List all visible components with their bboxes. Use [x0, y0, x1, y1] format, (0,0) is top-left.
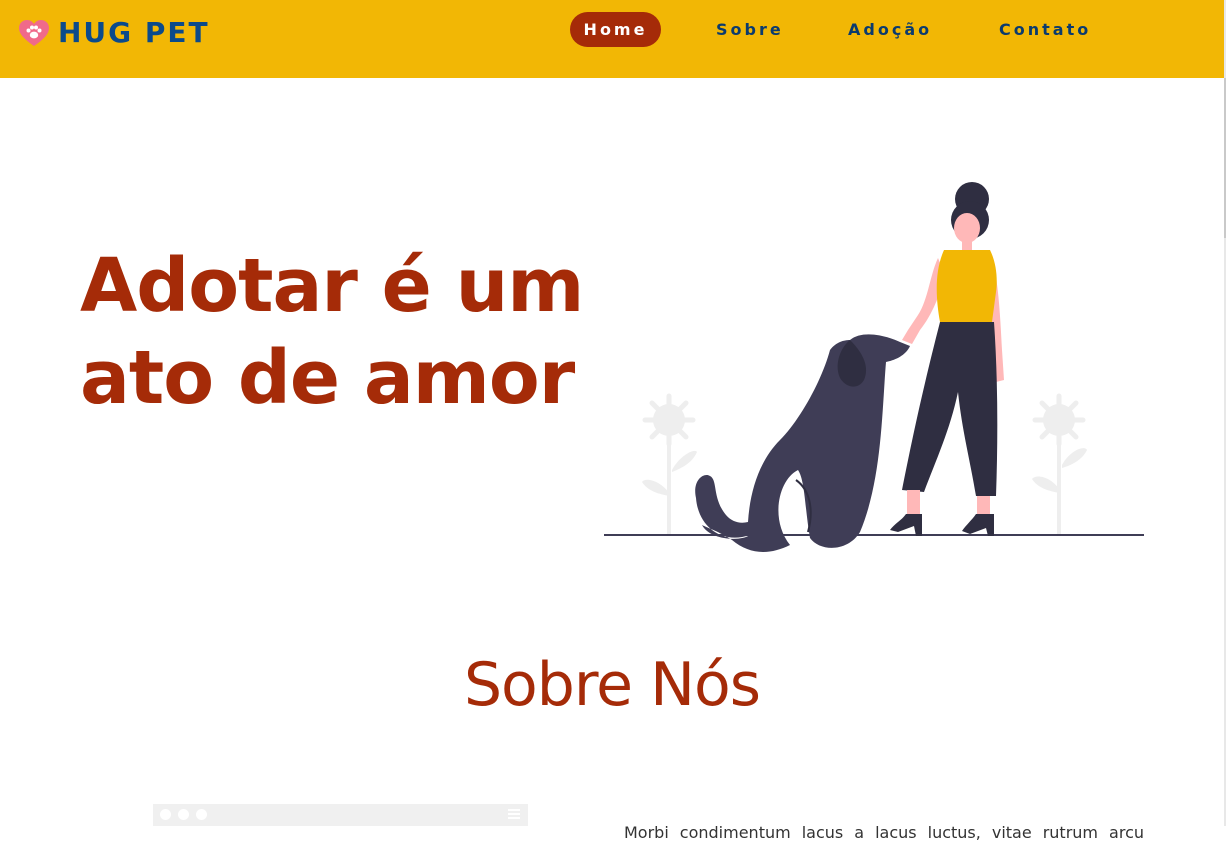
browser-mockup-image	[153, 804, 528, 826]
woman-figure	[890, 182, 1004, 536]
window-dot-icon	[196, 809, 207, 820]
hamburger-menu-icon	[508, 809, 520, 821]
nav-contato[interactable]: Contato	[999, 12, 1091, 47]
site-header: HUG PET Home Sobre Adoção Contato	[0, 0, 1224, 78]
about-paragraph: Morbi condimentum lacus a lacus luctus, …	[624, 823, 1144, 842]
flower-right-icon	[1032, 393, 1087, 534]
nav-sobre[interactable]: Sobre	[716, 12, 784, 47]
nav-home[interactable]: Home	[570, 12, 661, 47]
window-dot-icon	[160, 809, 171, 820]
dog-figure	[695, 334, 910, 552]
flower-left-icon	[642, 393, 697, 534]
hero-title-line-1: Adotar é um	[80, 243, 584, 329]
hero-title-line-2: ato de amor	[80, 335, 575, 421]
main-nav: Home Sobre Adoção Contato	[0, 12, 1224, 48]
hero-title: Adotar é um ato de amor	[80, 240, 620, 424]
nav-adocao[interactable]: Adoção	[848, 12, 932, 47]
woman-with-dog-illustration	[604, 182, 1144, 552]
window-dot-icon	[178, 809, 189, 820]
about-title: Sobre Nós	[463, 650, 761, 720]
